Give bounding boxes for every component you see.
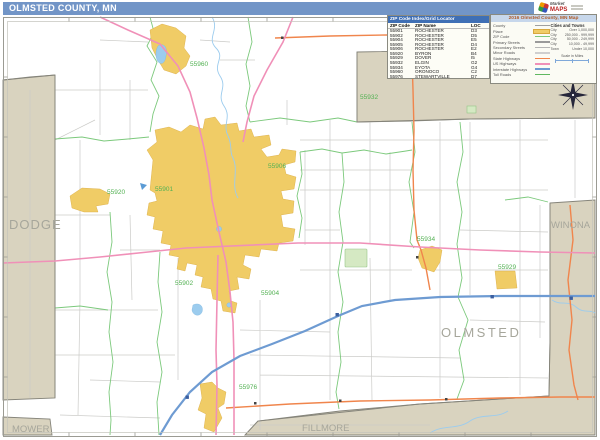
map-key-box: 2016 Olmsted County, MN Map County Place… bbox=[490, 14, 597, 84]
logo-decoration bbox=[571, 5, 583, 10]
map-key-title: 2016 Olmsted County, MN Map bbox=[491, 15, 596, 22]
scale-bar: Scale in Miles bbox=[550, 54, 594, 63]
zip-label: 55901 bbox=[155, 186, 173, 193]
map-key-cities: Cities and Towns CityOver 1,000,000 City… bbox=[550, 23, 594, 77]
county-label-olmsted: OLMSTED bbox=[441, 325, 521, 340]
zip-label: 55932 bbox=[360, 94, 378, 101]
city-class-row: TownUnder 10,000 bbox=[550, 47, 594, 52]
county-label-dodge: DODGE bbox=[9, 217, 62, 232]
logo-pinwheel-icon bbox=[538, 2, 549, 13]
place-dover bbox=[495, 271, 517, 289]
zip-label: 55902 bbox=[175, 280, 193, 287]
zip-index-box: ZIP Code Index/Grid Locator ZIP Code ZIP… bbox=[387, 15, 490, 79]
zip-label: 55904 bbox=[261, 290, 279, 297]
scale-label: Scale in Miles bbox=[550, 54, 594, 58]
legend-item: Toll Roads bbox=[493, 72, 550, 77]
page-title: OLMSTED COUNTY, MN bbox=[3, 2, 534, 15]
zip-label: 55929 bbox=[498, 264, 516, 271]
zip-index-title: ZIP Code Index/Grid Locator bbox=[388, 16, 489, 23]
map-poster-page: OLMSTED COUNTY, MN Market MAPS bbox=[0, 0, 600, 440]
zip-label: 55920 bbox=[107, 189, 125, 196]
county-label-mower: MOWER bbox=[12, 424, 50, 435]
map-key-symbols: County Place ZIP Code Primary Streets Se… bbox=[493, 23, 550, 77]
zip-label: 55976 bbox=[239, 384, 257, 391]
zip-label: 55934 bbox=[417, 236, 435, 243]
zip-index-row: 55976STEWARTVILLED7 bbox=[388, 75, 489, 80]
zip-label: 55960 bbox=[190, 61, 208, 68]
county-label-winona: WINONA bbox=[551, 220, 591, 231]
zip-label: 55906 bbox=[268, 163, 286, 170]
logo-word1: Market bbox=[550, 2, 567, 7]
logo-word2: MAPS bbox=[550, 7, 567, 13]
